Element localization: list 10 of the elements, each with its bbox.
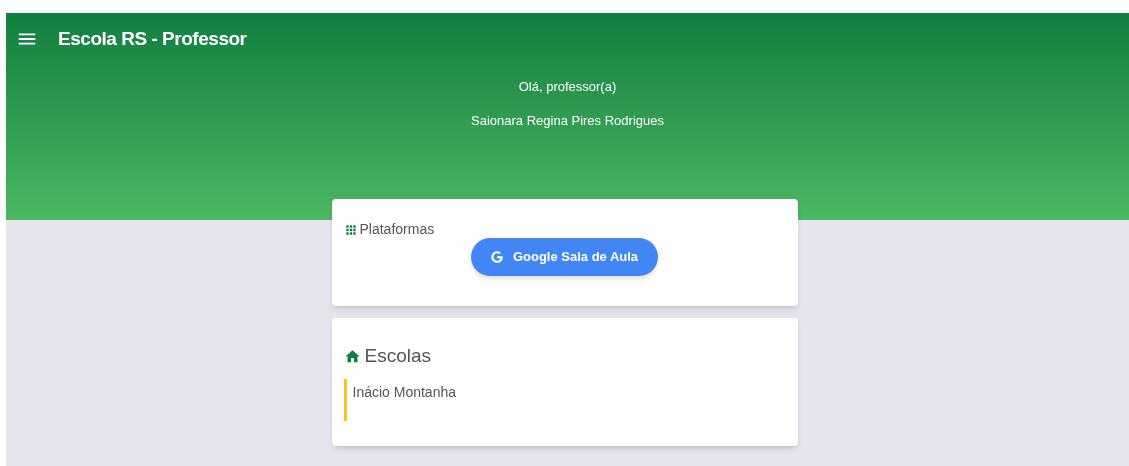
google-icon (490, 251, 503, 263)
card-title: Escolas (364, 344, 432, 368)
classroom-button[interactable]: Google Sala de Aula (470, 238, 659, 276)
school-name[interactable]: Inácio Montanha (352, 381, 457, 403)
grid-icon (343, 222, 358, 237)
greeting-text: Olá, professor(a) (518, 78, 617, 96)
app-title: Escola RS - Professor (58, 26, 247, 51)
card-title: Plataformas (359, 220, 435, 239)
teacher-name: Saionara Regina Pires Rodrigues (471, 111, 664, 130)
home-icon (343, 347, 361, 365)
